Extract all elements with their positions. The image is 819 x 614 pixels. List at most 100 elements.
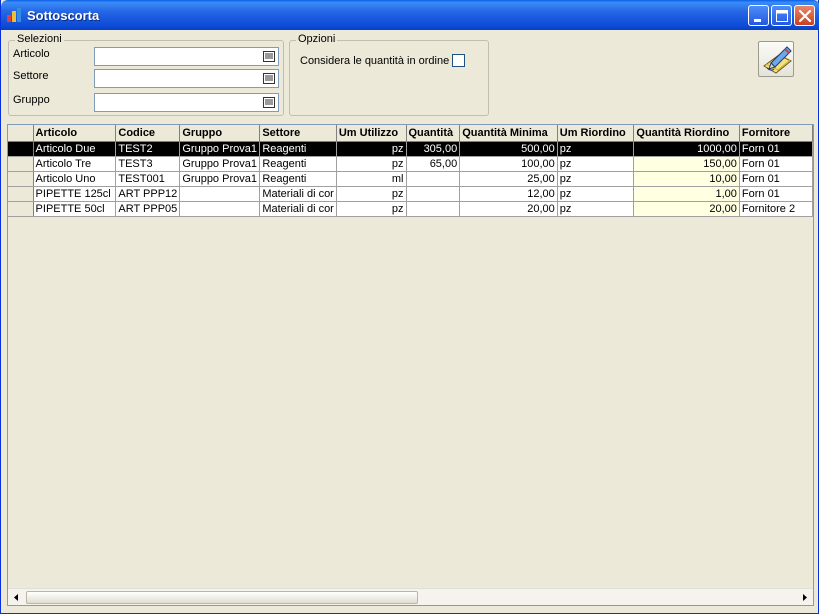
column-header-um-riordino[interactable]: Um Riordino [557,125,635,142]
grid-cell[interactable]: 150,00 [633,156,740,172]
grid-cell[interactable]: PIPETTE 125cl [33,186,117,202]
column-header-fornitore[interactable]: Fornitore [739,125,813,142]
grid-cell[interactable]: Forn 01 [739,156,813,172]
grid-cell[interactable]: Gruppo Prova1 [179,141,261,157]
grid-cell[interactable]: Forn 01 [739,141,813,157]
table-row[interactable]: Articolo Uno TEST001 Gruppo Prova1 Reage… [8,171,813,187]
row-selector[interactable] [8,201,34,217]
grid-cell[interactable]: pz [557,201,635,217]
gruppo-input[interactable] [97,95,258,110]
grid-cell[interactable]: Reagenti [259,141,337,157]
grid-cell[interactable]: Articolo Uno [33,171,117,187]
grid-cell[interactable]: pz [336,201,407,217]
grid-cell[interactable]: Materiali di cor [259,186,337,202]
lookup-list-icon[interactable] [263,51,275,62]
grid-header-row: Articolo Codice Gruppo Settore Um Utiliz… [8,125,813,142]
grid-cell[interactable]: Reagenti [259,156,337,172]
grid-cell[interactable]: 500,00 [459,141,558,157]
grid-cell[interactable]: 1000,00 [633,141,740,157]
grid-cell[interactable]: ART PPP05 [115,201,181,217]
edit-report-button[interactable] [758,41,794,77]
grid-cell[interactable]: 305,00 [406,141,461,157]
row-selector[interactable] [8,186,34,202]
lookup-list-icon[interactable] [263,73,275,84]
grid-cell[interactable]: pz [557,141,635,157]
grid-cell[interactable] [406,171,461,187]
grid-cell[interactable]: 20,00 [633,201,740,217]
grid-cell[interactable]: pz [336,186,407,202]
grid-cell[interactable] [179,186,261,202]
grid-cell[interactable]: pz [557,171,635,187]
table-row[interactable]: Articolo Tre TEST3 Gruppo Prova1 Reagent… [8,156,813,172]
minimize-button[interactable] [748,5,769,26]
grid-cell[interactable]: ml [336,171,407,187]
data-grid[interactable]: Articolo Codice Gruppo Settore Um Utiliz… [7,124,814,606]
grid-cell[interactable]: 20,00 [459,201,558,217]
gruppo-field[interactable] [94,93,279,112]
close-button[interactable] [794,5,815,26]
grid-cell[interactable]: 65,00 [406,156,461,172]
selezioni-legend: Selezioni [15,33,64,45]
grid-cell[interactable]: 10,00 [633,171,740,187]
grid-cell[interactable]: Reagenti [259,171,337,187]
table-row[interactable]: PIPETTE 125cl ART PPP12 Materiali di cor… [8,186,813,202]
grid-cell[interactable]: PIPETTE 50cl [33,201,117,217]
column-header-gruppo[interactable]: Gruppo [179,125,261,142]
column-header-quantita-minima[interactable]: Quantità Minima [459,125,558,142]
grid-cell[interactable] [406,186,461,202]
settore-field[interactable] [94,69,279,88]
window-title: Sottoscorta [27,8,100,23]
grid-cell[interactable]: 12,00 [459,186,558,202]
grid-cell[interactable]: TEST001 [115,171,181,187]
table-row[interactable]: Articolo Due TEST2 Gruppo Prova1 Reagent… [8,141,813,157]
grid-cell[interactable]: 1,00 [633,186,740,202]
grid-cell[interactable] [406,201,461,217]
column-header-quantita[interactable]: Quantità [406,125,461,142]
grid-cell[interactable] [179,201,261,217]
column-header-um-utilizzo[interactable]: Um Utilizzo [336,125,407,142]
grid-cell[interactable]: Articolo Tre [33,156,117,172]
maximize-icon [776,10,788,22]
row-selector[interactable] [8,156,34,172]
grid-cell[interactable]: ART PPP12 [115,186,181,202]
grid-cell[interactable]: 25,00 [459,171,558,187]
grid-cell[interactable]: Fornitore 2 [739,201,813,217]
grid-cell[interactable]: pz [336,156,407,172]
grid-cell[interactable]: Articolo Due [33,141,117,157]
grid-cell[interactable]: Forn 01 [739,186,813,202]
title-bar[interactable]: Sottoscorta [1,0,819,30]
scrollbar-thumb[interactable] [26,591,418,604]
column-header-settore[interactable]: Settore [259,125,337,142]
column-header-articolo[interactable]: Articolo [33,125,117,142]
articolo-field[interactable] [94,47,279,66]
lookup-list-icon[interactable] [263,97,275,108]
row-selector[interactable] [8,171,34,187]
row-selector[interactable] [8,141,34,157]
row-selector-header [8,125,34,142]
grid-table: Articolo Codice Gruppo Settore Um Utiliz… [8,125,813,217]
grid-cell[interactable]: pz [557,156,635,172]
grid-cell[interactable]: Gruppo Prova1 [179,171,261,187]
grid-cell[interactable]: pz [557,186,635,202]
grid-cell[interactable]: Materiali di cor [259,201,337,217]
scroll-left-icon[interactable] [9,590,24,605]
settore-input[interactable] [97,71,258,86]
grid-cell[interactable]: pz [336,141,407,157]
grid-cell[interactable]: Forn 01 [739,171,813,187]
opzioni-legend: Opzioni [296,33,338,45]
grid-cell[interactable]: 100,00 [459,156,558,172]
settore-label: Settore [13,70,49,82]
maximize-button[interactable] [771,5,792,26]
grid-cell[interactable]: Gruppo Prova1 [179,156,261,172]
app-icon [7,8,21,22]
table-row[interactable]: PIPETTE 50cl ART PPP05 Materiali di cor … [8,201,813,217]
minimize-icon [754,19,761,22]
horizontal-scrollbar[interactable] [8,588,813,605]
grid-cell[interactable]: TEST2 [115,141,181,157]
articolo-input[interactable] [97,49,258,64]
considera-quantita-checkbox[interactable] [452,54,465,67]
grid-cell[interactable]: TEST3 [115,156,181,172]
column-header-codice[interactable]: Codice [115,125,181,142]
column-header-quantita-riordino[interactable]: Quantità Riordino [633,125,740,142]
scroll-right-icon[interactable] [797,590,812,605]
